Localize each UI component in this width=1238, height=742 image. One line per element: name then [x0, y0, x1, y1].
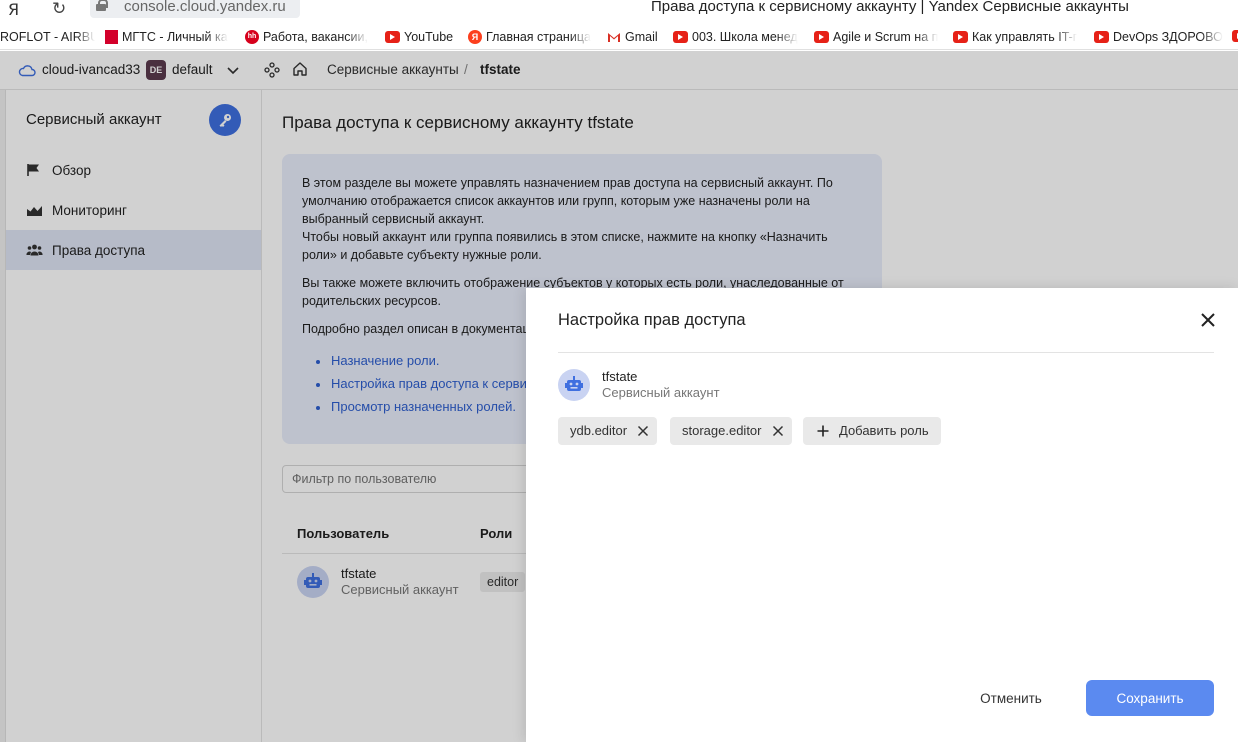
- yandex-browser-icon[interactable]: Я: [8, 0, 19, 19]
- robot-avatar: [558, 369, 590, 401]
- bookmark-label: Agile и Scrum на п: [833, 30, 939, 44]
- mgts-icon: [105, 30, 118, 44]
- role-chip-ydb-editor: ydb.editor: [558, 417, 658, 445]
- reload-icon[interactable]: ↻: [52, 0, 66, 19]
- account-type: Сервисный аккаунт: [602, 385, 720, 400]
- dialog-title: Настройка прав доступа: [558, 311, 746, 329]
- youtube-icon: [1232, 30, 1238, 42]
- youtube-icon: [1094, 31, 1109, 43]
- bookmark-item[interactable]: МГТС - Личный ка: [105, 30, 233, 44]
- youtube-icon: [814, 31, 829, 43]
- role-chip-label: ydb.editor: [570, 423, 628, 438]
- bookmark-label: Как управлять IT-г: [972, 30, 1078, 44]
- address-bar[interactable]: console.cloud.yandex.ru: [90, 0, 300, 18]
- yandex-icon: Я: [468, 30, 482, 44]
- cancel-button[interactable]: Отменить: [966, 680, 1056, 716]
- close-icon[interactable]: [1198, 310, 1218, 330]
- bookmark-label: DevOps ЗДОРОВО: [1113, 30, 1223, 44]
- save-button[interactable]: Сохранить: [1086, 680, 1214, 716]
- tab-title: Права доступа к сервисному аккаунту | Ya…: [651, 0, 1129, 15]
- bookmarks-bar: ROFLOT - AIRBU МГТС - Личный ка hh Работ…: [0, 27, 1238, 50]
- bookmark-item[interactable]: Agile и Scrum на п: [814, 30, 946, 44]
- youtube-icon: [953, 31, 968, 43]
- browser-toolbar: Я ↻ console.cloud.yandex.ru Права доступ…: [0, 0, 1238, 26]
- bookmark-item[interactable]: 003. Школа менед: [673, 30, 805, 44]
- youtube-icon: [385, 31, 400, 43]
- remove-icon[interactable]: [637, 425, 649, 437]
- role-chip-label: storage.editor: [682, 423, 762, 438]
- bookmark-label: YouTube: [404, 30, 454, 44]
- dialog-divider: [558, 352, 1214, 353]
- add-role-label: Добавить роль: [839, 423, 929, 438]
- bookmark-item[interactable]: Gmail: [607, 30, 665, 44]
- bookmark-item[interactable]: Как управлять IT-г: [953, 30, 1085, 44]
- bookmark-item[interactable]: ROFLOT - AIRBU: [0, 30, 95, 44]
- bookmark-label: ROFLOT - AIRBU: [0, 30, 95, 44]
- lock-icon: [96, 0, 108, 11]
- plus-icon: [817, 425, 829, 437]
- bookmark-item[interactable]: hh Работа, вакансии,: [245, 30, 375, 44]
- youtube-icon: [673, 31, 688, 43]
- bookmark-label: 003. Школа менед: [692, 30, 798, 44]
- account-name: tfstate: [602, 369, 638, 384]
- bookmark-label: Работа, вакансии,: [263, 30, 368, 44]
- bookmark-label: Главная страница: [486, 30, 591, 44]
- remove-icon[interactable]: [772, 425, 784, 437]
- gmail-icon: [608, 32, 620, 42]
- hh-icon: hh: [245, 30, 259, 44]
- robot-icon: [565, 376, 583, 391]
- role-chip-storage-editor: storage.editor: [670, 417, 792, 445]
- add-role-button[interactable]: Добавить роль: [803, 417, 941, 445]
- bookmark-item[interactable]: [1232, 30, 1238, 42]
- bookmark-item[interactable]: DevOps ЗДОРОВО: [1094, 30, 1226, 44]
- access-settings-dialog: Настройка прав доступа tfstate Сервисный…: [526, 288, 1238, 742]
- bookmark-label: МГТС - Личный ка: [122, 30, 228, 44]
- bookmark-label: Gmail: [625, 30, 658, 44]
- bookmark-item[interactable]: Я Главная страница: [468, 30, 596, 44]
- bookmark-item[interactable]: YouTube: [385, 30, 460, 44]
